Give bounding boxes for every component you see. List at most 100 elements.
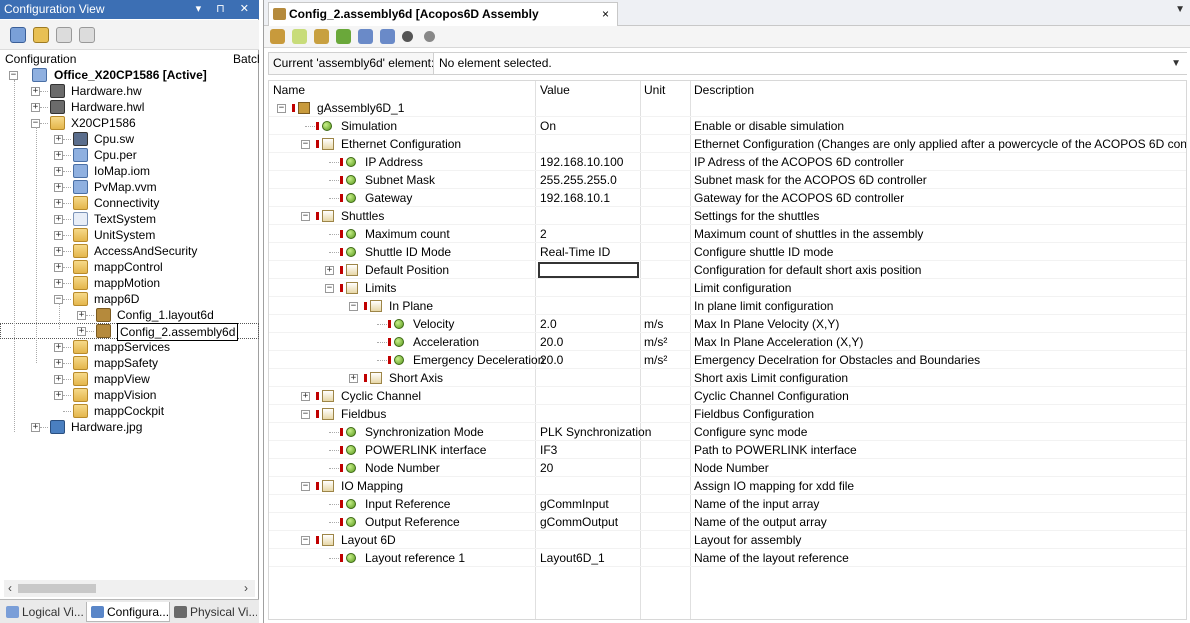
tree-icon[interactable] <box>270 29 285 44</box>
connect-icon[interactable] <box>336 29 351 44</box>
expand-icon[interactable]: + <box>54 263 63 272</box>
grid-row[interactable]: POWERLINK interface IF3 Path to POWERLINK … <box>269 441 1186 459</box>
tree-item[interactable]: + Cpu.per <box>0 147 259 163</box>
row-value[interactable]: Real-Time ID <box>540 243 610 261</box>
close-icon[interactable]: × <box>602 3 609 25</box>
grid-row[interactable]: Layout reference 1 Layout6D_1 Name of the … <box>269 549 1186 567</box>
tree-item[interactable]: + mappControl <box>0 259 259 275</box>
row-value[interactable]: gCommInput <box>540 495 609 513</box>
grid-row[interactable]: Synchronization Mode PLK Synchronization C… <box>269 423 1186 441</box>
tree-item[interactable]: + Config_2.assembly6d <box>0 323 259 341</box>
grid-row[interactable]: − Fieldbus Fieldbus Configuration <box>269 405 1186 423</box>
config-icon[interactable] <box>10 27 26 43</box>
expand-icon[interactable]: + <box>54 247 63 256</box>
collapse-icon[interactable]: − <box>325 284 334 293</box>
grid-row[interactable]: − IO Mapping Assign IO mapping for xdd fil… <box>269 477 1186 495</box>
row-value[interactable]: IF3 <box>540 441 557 459</box>
collapse-icon[interactable]: − <box>301 410 310 419</box>
grid-row[interactable]: − In Plane In plane limit configuration <box>269 297 1186 315</box>
expand-icon[interactable]: + <box>54 135 63 144</box>
expand-icon[interactable]: + <box>31 103 40 112</box>
row-value[interactable]: 192.168.10.1 <box>540 189 610 207</box>
grid-row[interactable]: Simulation On Enable or disable simulation <box>269 117 1186 135</box>
row-value[interactable]: 20 <box>540 459 553 477</box>
properties-icon[interactable] <box>56 27 72 43</box>
expand-icon[interactable]: + <box>54 343 63 352</box>
column-unit[interactable]: Unit <box>644 81 665 99</box>
tree-item[interactable]: + TextSystem <box>0 211 259 227</box>
cube-icon[interactable] <box>33 27 49 43</box>
grid-row[interactable]: − Ethernet Configuration Ethernet Configur… <box>269 135 1186 153</box>
tree-item[interactable]: + Config_1.layout6d <box>0 307 259 323</box>
tree-item[interactable]: + AccessAndSecurity <box>0 243 259 259</box>
grid-row[interactable]: − Layout 6D Layout for assembly <box>269 531 1186 549</box>
tree-item[interactable]: + IoMap.iom <box>0 163 259 179</box>
row-value[interactable]: 255.255.255.0 <box>540 171 617 189</box>
settings-icon[interactable] <box>424 31 435 42</box>
grid-row[interactable]: Output Reference gCommOutput Name of the o… <box>269 513 1186 531</box>
tree-item[interactable]: + mappServices <box>0 339 259 355</box>
expand-icon[interactable]: + <box>77 311 86 320</box>
collapse-icon[interactable]: − <box>9 71 18 80</box>
row-value[interactable]: gCommOutput <box>540 513 618 531</box>
scrollbar-thumb[interactable] <box>18 584 96 593</box>
expand-icon[interactable]: + <box>54 391 63 400</box>
column-name[interactable]: Name <box>273 81 305 99</box>
tab-dropdown-icon[interactable]: ▼ <box>1175 4 1185 15</box>
expand-icon[interactable]: + <box>31 423 40 432</box>
view-tab[interactable]: Configura... <box>86 602 170 622</box>
column-configuration[interactable]: Configuration <box>5 51 76 67</box>
chevron-down-icon[interactable]: ▼ <box>1171 53 1181 74</box>
tree-item[interactable]: − X20CP1586 <box>0 115 259 131</box>
grid-row[interactable]: Shuttle ID Mode Real-Time ID Configure shu… <box>269 243 1186 261</box>
add-element-icon[interactable] <box>292 29 307 44</box>
grid-row[interactable]: Subnet Mask 255.255.255.0 Subnet mask for … <box>269 171 1186 189</box>
tree-item[interactable]: + Hardware.jpg <box>0 419 259 435</box>
column-batch[interactable]: Batcl <box>233 51 260 67</box>
value-edit-cell[interactable] <box>538 262 639 278</box>
pane-window-buttons[interactable]: ▾ ⊓ ✕ <box>196 0 255 19</box>
grid-row[interactable]: Acceleration 20.0 m/s² Max In Plane Acceler… <box>269 333 1186 351</box>
row-value[interactable]: 2.0 <box>540 315 557 333</box>
row-value[interactable]: 20.0 <box>540 351 563 369</box>
tree-item[interactable]: − Office_X20CP1586 [Active] <box>0 67 259 83</box>
expand-icon[interactable]: + <box>54 231 63 240</box>
horizontal-scrollbar[interactable]: ‹ › <box>4 580 255 597</box>
view-tab[interactable]: Physical Vi... <box>170 602 257 622</box>
table-icon[interactable] <box>79 27 95 43</box>
expand-icon[interactable]: + <box>54 359 63 368</box>
expand-icon[interactable]: + <box>54 183 63 192</box>
collapse-icon[interactable]: − <box>301 536 310 545</box>
tree-item[interactable]: + Cpu.sw <box>0 131 259 147</box>
row-value[interactable]: 2 <box>540 225 547 243</box>
grid-row[interactable]: Maximum count 2 Maximum count of shuttles … <box>269 225 1186 243</box>
expand-icon[interactable]: + <box>301 392 310 401</box>
collapse-icon[interactable]: − <box>277 104 286 113</box>
collapse-icon[interactable]: − <box>301 212 310 221</box>
column-description[interactable]: Description <box>694 81 754 99</box>
current-element-select[interactable]: No element selected. ▼ <box>433 53 1187 74</box>
row-value[interactable]: PLK Synchronization <box>540 423 651 441</box>
grid-row[interactable]: Input Reference gCommInput Name of the inp… <box>269 495 1186 513</box>
collapse-icon[interactable]: − <box>301 140 310 149</box>
sort-up-icon[interactable] <box>380 29 395 44</box>
navigate-icon[interactable] <box>314 29 329 44</box>
row-value[interactable]: 20.0 <box>540 333 563 351</box>
tree-item[interactable]: + mappView <box>0 371 259 387</box>
tree-item[interactable]: + PvMap.vvm <box>0 179 259 195</box>
view-tab[interactable]: Logical Vi... <box>2 602 86 622</box>
record-icon[interactable] <box>402 31 413 42</box>
collapse-icon[interactable]: − <box>349 302 358 311</box>
expand-icon[interactable]: + <box>54 215 63 224</box>
tree-item[interactable]: mappCockpit <box>0 403 259 419</box>
tree-item[interactable]: + Connectivity <box>0 195 259 211</box>
tree-item[interactable]: + Hardware.hwl <box>0 99 259 115</box>
grid-row[interactable]: − gAssembly6D_1 <box>269 99 1186 117</box>
grid-row[interactable]: + Short Axis Short axis Limit configuratio… <box>269 369 1186 387</box>
grid-row[interactable]: Velocity 2.0 m/s Max In Plane Velocity (X,Y… <box>269 315 1186 333</box>
scroll-left-icon[interactable]: ‹ <box>8 580 12 597</box>
tree-item[interactable]: + mappVision <box>0 387 259 403</box>
tree-item[interactable]: + mappSafety <box>0 355 259 371</box>
expand-icon[interactable]: + <box>31 87 40 96</box>
expand-icon[interactable]: + <box>54 199 63 208</box>
